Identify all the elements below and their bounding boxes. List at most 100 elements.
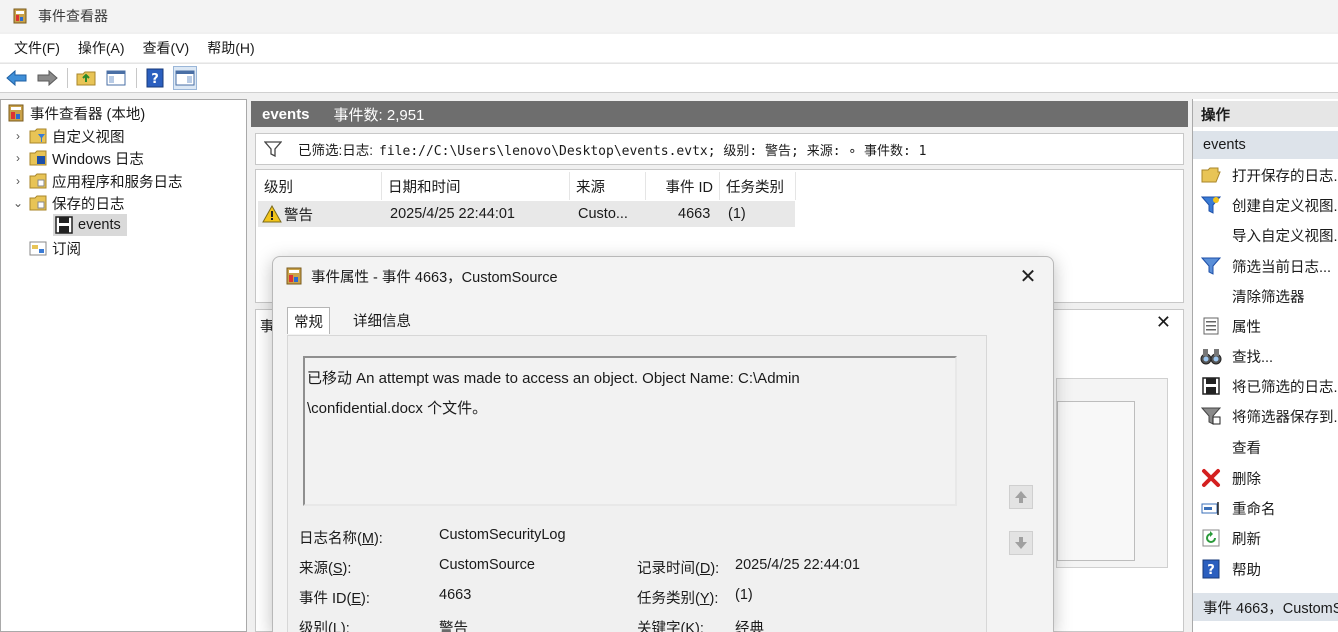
column-header-task-category[interactable]: 任务类别: [720, 172, 796, 200]
level-value[interactable]: 警告: [439, 617, 468, 632]
column-header-datetime[interactable]: 日期和时间: [382, 172, 570, 200]
action-label: 帮助: [1232, 562, 1261, 579]
menu-action[interactable]: 操作(A): [70, 38, 133, 58]
tree-item-events[interactable]: events: [53, 214, 127, 236]
forward-button[interactable]: [35, 66, 59, 90]
action-find[interactable]: 查找...: [1193, 342, 1338, 370]
log-header: events 事件数: 2,951: [251, 101, 1188, 127]
actions-section-event[interactable]: 事件 4663，CustomSource: [1193, 593, 1338, 621]
logged-value[interactable]: 2025/4/25 22:44:01: [735, 557, 860, 573]
action-open-saved-log[interactable]: 打开保存的日志...: [1193, 161, 1338, 189]
action-refresh[interactable]: 刷新: [1193, 524, 1338, 552]
keywords-value[interactable]: 经典: [735, 617, 764, 632]
actions-header: 操作: [1193, 101, 1338, 127]
event-description-box[interactable]: 已移动 An attempt was made to access an obj…: [303, 356, 957, 506]
menu-file[interactable]: 文件(F): [6, 38, 68, 58]
detail-pane-inner: [1057, 401, 1135, 561]
chevron-down-icon[interactable]: ⌄: [11, 196, 25, 210]
source-label: 来源(S):: [299, 561, 352, 577]
log-name-value[interactable]: CustomSecurityLog: [439, 527, 566, 543]
action-save-filter[interactable]: 将筛选器保存到...: [1193, 402, 1338, 430]
tree-item-custom-views[interactable]: › 自定义视图: [11, 125, 125, 147]
action-filter-current-log[interactable]: 筛选当前日志...: [1193, 252, 1338, 280]
action-create-custom-view[interactable]: 创建自定义视图...: [1193, 191, 1338, 219]
event-id-value[interactable]: 4663: [439, 587, 471, 603]
tree-item-windows-logs[interactable]: › Windows 日志: [11, 147, 144, 169]
dialog-title-bar[interactable]: 事件属性 - 事件 4663，CustomSource: [273, 257, 1053, 295]
refresh-icon: [1200, 527, 1222, 549]
tree-root[interactable]: 事件查看器 (本地): [7, 102, 145, 124]
folder-icon: [29, 172, 47, 190]
action-pane-icon: [175, 70, 195, 86]
chevron-right-icon[interactable]: ›: [11, 174, 25, 188]
blank-icon: [1200, 436, 1222, 458]
subscription-icon: [29, 239, 47, 257]
row-datetime: 2025/4/25 22:44:01: [390, 206, 515, 222]
help-button[interactable]: ?: [143, 66, 167, 90]
keywords-label: 关键字(K):: [637, 621, 704, 632]
column-header-level[interactable]: 级别: [258, 172, 382, 200]
table-row[interactable]: 警告 2025/4/25 22:44:01 Custo... 4663 (1): [258, 201, 795, 227]
warning-icon: [262, 205, 282, 223]
actions-section-events[interactable]: events: [1193, 131, 1338, 159]
event-viewer-icon: [7, 104, 25, 122]
filter-label: 已筛选:日志:: [298, 143, 374, 158]
help-icon: ?: [1200, 558, 1222, 580]
title-bar: 事件查看器: [0, 0, 1338, 32]
action-help[interactable]: ? 帮助: [1193, 555, 1338, 583]
next-event-button[interactable]: [1009, 531, 1033, 555]
action-properties[interactable]: 属性: [1193, 312, 1338, 340]
console-tree-icon: [106, 70, 126, 86]
tree-item-app-service-logs[interactable]: › 应用程序和服务日志: [11, 170, 183, 192]
show-hide-tree-button[interactable]: [104, 66, 128, 90]
action-import-custom-view[interactable]: 导入自定义视图...: [1193, 221, 1338, 249]
back-arrow-icon: [6, 69, 27, 87]
svg-text:?: ?: [151, 72, 159, 87]
column-header-source[interactable]: 来源: [570, 172, 646, 200]
arrow-up-icon: [1015, 491, 1027, 503]
chevron-right-icon[interactable]: ›: [11, 151, 25, 165]
source-value[interactable]: CustomSource: [439, 557, 535, 573]
action-label: 导入自定义视图...: [1232, 228, 1338, 245]
chevron-right-icon[interactable]: ›: [11, 129, 25, 143]
action-label: 清除筛选器: [1232, 289, 1305, 306]
tree-root-label: 事件查看器 (本地): [30, 106, 146, 123]
action-clear-filter[interactable]: 清除筛选器: [1193, 282, 1338, 310]
close-detail-pane-icon[interactable]: ✕: [1156, 312, 1171, 333]
actions-pane: 操作 events 打开保存的日志... 创建自定义视图... 导入自定义视图.…: [1192, 99, 1338, 632]
row-source: Custo...: [578, 206, 628, 222]
task-category-value[interactable]: (1): [735, 587, 753, 603]
toolbar: ?: [0, 63, 1338, 93]
detail-pane-preview: [1056, 378, 1168, 568]
action-rename[interactable]: 重命名: [1193, 494, 1338, 522]
dialog-close-button[interactable]: ✕: [1013, 263, 1043, 289]
event-description-line1: 已移动 An attempt was made to access an obj…: [307, 370, 800, 387]
action-delete[interactable]: 删除: [1193, 464, 1338, 492]
toolbar-separator: [136, 68, 137, 88]
tab-general[interactable]: 常规: [287, 307, 330, 334]
back-button[interactable]: [5, 66, 29, 90]
column-header-event-id[interactable]: 事件 ID: [646, 172, 720, 200]
console-tree: 事件查看器 (本地) › 自定义视图 › Windows 日志 › 应用程序和服…: [0, 99, 247, 632]
action-label: 查找...: [1232, 349, 1274, 366]
tab-details[interactable]: 详细信息: [347, 307, 417, 333]
action-save-filtered-log[interactable]: 将已筛选的日志...: [1193, 372, 1338, 400]
tree-item-label: 订阅: [52, 241, 81, 258]
log-name-label: 日志名称(M):: [299, 531, 383, 547]
tree-item-subscriptions[interactable]: 订阅: [25, 237, 81, 259]
help-icon: ?: [146, 68, 164, 88]
tree-item-label: 应用程序和服务日志: [52, 174, 183, 191]
toolbar-separator: [67, 68, 68, 88]
previous-event-button[interactable]: [1009, 485, 1033, 509]
task-category-label: 任务类别(Y):: [637, 591, 719, 607]
menu-help[interactable]: 帮助(H): [199, 38, 262, 58]
show-action-pane-button[interactable]: [173, 66, 197, 90]
filter-icon: [264, 141, 282, 157]
up-folder-button[interactable]: [74, 66, 98, 90]
action-view[interactable]: 查看: [1193, 433, 1338, 461]
menu-view[interactable]: 查看(V): [135, 38, 198, 58]
tree-item-saved-logs[interactable]: ⌄ 保存的日志: [11, 192, 125, 214]
row-event-id: 4663: [678, 206, 711, 222]
window-title: 事件查看器: [38, 8, 108, 24]
action-label: 将已筛选的日志...: [1232, 379, 1338, 396]
